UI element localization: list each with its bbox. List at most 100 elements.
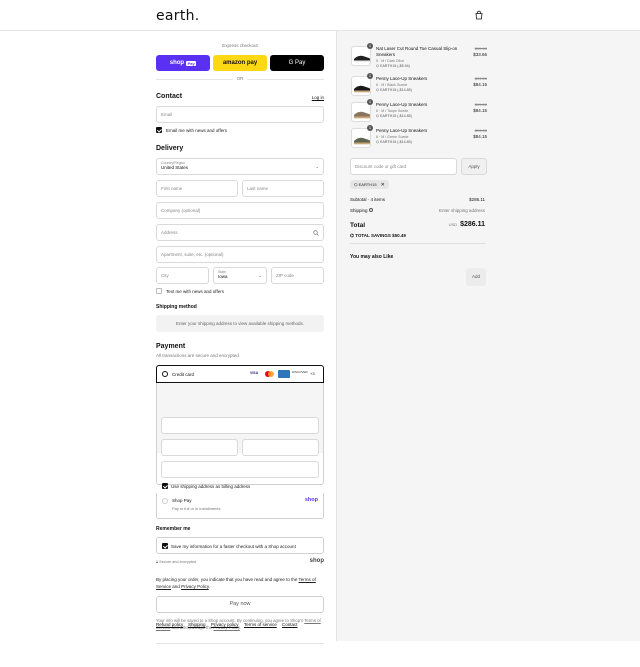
chevron-down-icon: ⌄ — [315, 164, 319, 169]
amex-icon — [278, 369, 290, 378]
shop-pay-option[interactable]: Shop Pay Pay in full or in installments … — [156, 493, 324, 519]
remember-me-heading: Remember me — [156, 526, 191, 532]
total-savings: ⌬ TOTAL SAVINGS $50.49 — [350, 233, 406, 239]
item-original-price: $39.60 — [474, 46, 487, 51]
visa-icon: VISA — [250, 371, 259, 375]
privacy-link[interactable]: Privacy Policy — [181, 584, 209, 589]
pay-now-button[interactable]: Pay now — [156, 596, 324, 613]
apartment-placeholder: Apartment, suite, etc. (optional) — [161, 252, 224, 257]
state-value: Iowa — [218, 274, 228, 279]
item-variant: 5 · M / Dark Olive — [376, 59, 404, 63]
news-checkbox[interactable] — [156, 127, 162, 133]
quantity-badge: 1 — [367, 43, 373, 49]
email-field[interactable]: Email — [156, 106, 324, 123]
first-name-placeholder: First name — [161, 186, 183, 191]
item-discount: ⌬ EARTH15 (-$14.85) — [376, 114, 412, 118]
shipping-link[interactable]: Shipping — [188, 622, 206, 627]
product-thumbnail — [351, 46, 371, 66]
google-pay-button[interactable]: G Pay — [270, 55, 324, 71]
secure-note: 🔒︎ Secure and encrypted — [156, 560, 196, 564]
zip-field[interactable]: ZIP code — [271, 267, 324, 284]
item-name: Penny Lace-Up Sneakers — [376, 128, 428, 133]
company-placeholder: Company (optional) — [161, 208, 201, 213]
remove-discount-icon[interactable]: ✕ — [381, 182, 385, 188]
item-discount-text: EARTH15 (-$5.94) — [380, 64, 410, 68]
security-code-field[interactable] — [242, 439, 319, 456]
savings-value: $50.49 — [392, 233, 406, 238]
country-select[interactable]: Country/Region United States ⌄ — [156, 158, 324, 175]
product-thumbnail — [351, 76, 371, 96]
save-info-checkbox[interactable] — [162, 543, 168, 549]
payment-heading: Payment — [156, 343, 186, 350]
text-news-checkbox[interactable] — [156, 288, 162, 294]
news-label: Email me with news and offers — [166, 127, 227, 133]
cart-item: 1 Penny Lace-Up Sneakers 6 · M / Green S… — [351, 125, 487, 152]
total-label: Total — [350, 222, 366, 229]
amazon-pay-button[interactable]: amazon pay — [213, 55, 267, 71]
credit-card-label: Credit card — [172, 371, 195, 377]
country-value: United States — [161, 165, 189, 170]
shop-pay-logo: shop — [304, 497, 318, 503]
terms-of-service-link[interactable]: Terms of service — [244, 622, 277, 627]
item-name: Penny Lace-Up Sneakers — [376, 76, 428, 81]
item-original-price: $99.00 — [474, 76, 487, 81]
address-field[interactable]: Address — [156, 224, 324, 241]
shipping-value: Enter shipping address — [438, 208, 485, 213]
last-name-placeholder: Last name — [247, 186, 269, 191]
radio-unselected[interactable] — [162, 498, 168, 504]
item-price: $33.66 — [473, 52, 487, 57]
card-number-field[interactable] — [161, 417, 319, 434]
total-amount: $286.11 — [460, 221, 485, 228]
item-price: $84.15 — [473, 134, 487, 139]
add-button[interactable]: Add — [466, 268, 486, 286]
shop-pay-sub: Pay in full or in installments — [172, 506, 221, 511]
subtotal-value: $286.11 — [469, 197, 485, 202]
save-info-label: Save my information for a faster checkou… — [171, 543, 296, 549]
or-divider: OR — [233, 76, 247, 81]
shop-pay-badge: Pay — [186, 60, 197, 66]
contact-link[interactable]: Contact — [282, 622, 298, 627]
item-price: $84.15 — [473, 108, 487, 113]
item-discount: ⌬ EARTH15 (-$14.85) — [376, 88, 412, 92]
product-thumbnail — [351, 102, 371, 122]
privacy-policy-link[interactable]: Privacy policy — [211, 622, 239, 627]
radio-selected[interactable] — [162, 371, 168, 377]
state-select[interactable]: State Iowa ⌄ — [213, 267, 267, 284]
last-name-field[interactable]: Last name — [242, 180, 324, 197]
info-icon[interactable] — [368, 208, 373, 212]
discount-tag-code: EARTH15 — [358, 182, 377, 187]
total-currency: USD — [448, 222, 458, 227]
discount-tag: ⌬ EARTH15 ✕ — [350, 180, 389, 189]
text-news-label: Text me with news and offers — [166, 288, 224, 294]
apartment-field[interactable]: Apartment, suite, etc. (optional) — [156, 246, 324, 263]
subtotal-label: Subtotal · 4 items — [350, 197, 386, 202]
email-placeholder: Email — [161, 112, 173, 117]
item-discount: ⌬ EARTH15 (-$5.94) — [376, 64, 410, 68]
expiration-field[interactable] — [161, 439, 238, 456]
zip-placeholder: ZIP code — [276, 273, 294, 278]
company-field[interactable]: Company (optional) — [156, 202, 324, 219]
quantity-badge: 1 — [367, 99, 373, 105]
chevron-down-icon: ⌄ — [258, 273, 262, 278]
billing-checkbox[interactable] — [162, 483, 168, 489]
refund-policy-link[interactable]: Refund policy — [156, 622, 183, 627]
first-name-field[interactable]: First name — [156, 180, 238, 197]
item-discount-text: EARTH15 (-$14.85) — [380, 140, 412, 144]
delivery-heading: Delivery — [156, 145, 184, 152]
shop-pay-button[interactable]: shop Pay — [156, 55, 210, 71]
agreement-and: and — [172, 583, 180, 589]
discount-code-placeholder: Discount code or gift card — [355, 164, 407, 169]
item-name: Nat Laser Cut Round Toe Casual Slip-on S… — [376, 46, 458, 57]
apply-button[interactable]: Apply — [461, 158, 487, 175]
login-link[interactable]: Log in — [312, 95, 324, 100]
item-discount: ⌬ EARTH15 (-$14.85) — [376, 140, 412, 144]
credit-card-option[interactable]: Credit card VISA DISCOVER +3 — [156, 365, 324, 383]
item-variant: 6 · M / Green Suede — [376, 135, 409, 139]
cart-item: 1 Nat Laser Cut Round Toe Casual Slip-on… — [351, 43, 487, 70]
city-field[interactable]: City — [156, 267, 209, 284]
name-on-card-field[interactable] — [161, 461, 319, 478]
earth-logo[interactable]: earth. — [156, 8, 200, 24]
discount-code-input[interactable]: Discount code or gift card — [350, 158, 457, 175]
shopping-bag-icon[interactable] — [474, 10, 484, 20]
shop-pay-label: Shop Pay — [172, 498, 192, 503]
